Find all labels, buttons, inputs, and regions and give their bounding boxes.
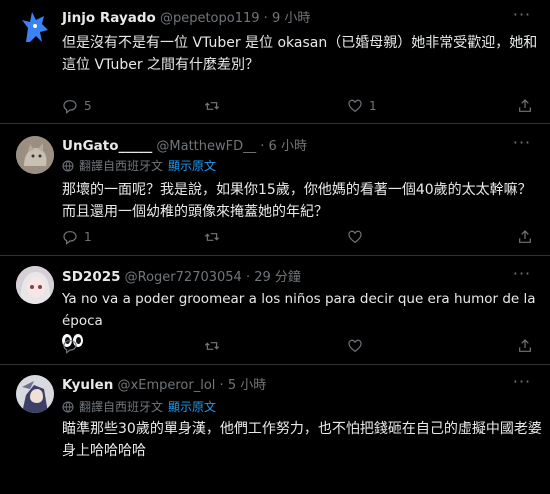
- share-icon: [519, 230, 531, 243]
- avatar[interactable]: [16, 375, 54, 413]
- translation-notice: 翻譯自西班牙文 顯示原文: [62, 158, 216, 174]
- tweet-header: UnGato_____ @MatthewFD__ · 6 小時: [62, 137, 307, 156]
- anime-girl-avatar-icon: [16, 266, 54, 304]
- display-name[interactable]: Kyulen: [62, 377, 113, 393]
- tweet-header: Kyulen @xEmperor_lol · 5 小時: [62, 376, 266, 395]
- tweet-text: 但是沒有不是有一位 VTuber 是位 okasan（已婚母親）她非常受歡迎，她…: [62, 35, 538, 73]
- tweet[interactable]: UnGato_____ @MatthewFD__ · 6 小時 ··· 翻譯自西…: [0, 124, 550, 254]
- show-original-link[interactable]: 顯示原文: [168, 159, 216, 173]
- share-icon: [519, 99, 531, 112]
- globe-icon: [62, 160, 74, 172]
- tweet-text: 那壞的一面呢？我是說，如果你15歲，你他媽的看著一個40歲的太太幹嘛？而且還用一…: [62, 182, 532, 220]
- globe-icon: [62, 401, 74, 413]
- character-avatar-icon: [16, 375, 54, 413]
- action-bar: 1: [0, 228, 550, 246]
- heart-icon: [348, 339, 362, 353]
- action-bar: 5 1: [0, 97, 550, 115]
- reply-icon: [63, 231, 77, 245]
- handle[interactable]: @xEmperor_lol: [118, 378, 216, 393]
- handle[interactable]: @MatthewFD__: [156, 139, 256, 154]
- translated-from-label: 翻譯自西班牙文: [79, 400, 164, 414]
- blue-creature-avatar-icon: [22, 12, 48, 42]
- display-name[interactable]: Jinjo Rayado: [62, 10, 156, 26]
- reply-button[interactable]: 1: [62, 228, 92, 246]
- handle[interactable]: @Roger72703054: [125, 270, 242, 285]
- like-button[interactable]: [347, 228, 363, 246]
- cat-avatar-icon: [16, 136, 54, 174]
- tweet-text: 瞄準那些30歲的單身漢，他們工作努力，也不怕把錢砸在自己的虛擬中國老婆身上哈哈哈…: [62, 421, 542, 459]
- reply-icon: [63, 340, 77, 354]
- retweet-button[interactable]: [204, 97, 220, 115]
- avatar[interactable]: [16, 8, 54, 46]
- timestamp[interactable]: 5 小時: [228, 378, 266, 393]
- separator: ·: [245, 270, 251, 285]
- reply-count: 1: [84, 230, 92, 244]
- handle[interactable]: @pepetopo119: [160, 11, 260, 26]
- heart-icon: [348, 99, 362, 113]
- like-count: 1: [369, 99, 377, 113]
- reply-icon: [63, 100, 77, 114]
- tweet[interactable]: Jinjo Rayado @pepetopo119 · 9 小時 ··· 但是沒…: [0, 0, 550, 122]
- more-options-icon[interactable]: ···: [512, 7, 532, 28]
- avatar[interactable]: [16, 266, 54, 304]
- like-button[interactable]: 1: [347, 97, 377, 115]
- retweet-button[interactable]: [204, 228, 220, 246]
- translation-notice: 翻譯自西班牙文 顯示原文: [62, 399, 216, 415]
- share-button[interactable]: [517, 228, 533, 246]
- retweet-icon: [204, 233, 220, 241]
- retweet-icon: [204, 102, 220, 110]
- display-name[interactable]: UnGato_____: [62, 138, 152, 154]
- more-options-icon[interactable]: ···: [512, 135, 532, 156]
- display-name[interactable]: SD2025: [62, 269, 121, 285]
- avatar[interactable]: [16, 136, 54, 174]
- share-button[interactable]: [517, 97, 533, 115]
- separator: ·: [260, 139, 265, 154]
- separator: ·: [263, 11, 268, 26]
- retweet-button[interactable]: [204, 337, 220, 355]
- like-button[interactable]: [347, 337, 363, 355]
- timestamp[interactable]: 29 分鐘: [254, 270, 301, 285]
- share-icon: [519, 339, 531, 352]
- tweet-header: Jinjo Rayado @pepetopo119 · 9 小時: [62, 9, 310, 28]
- reply-button[interactable]: [62, 337, 78, 355]
- reply-button[interactable]: 5: [62, 97, 92, 115]
- separator: ·: [219, 378, 224, 393]
- tweet-header: SD2025 @Roger72703054 · 29 分鐘: [62, 268, 301, 287]
- timestamp[interactable]: 6 小時: [269, 139, 307, 154]
- tweet[interactable]: Kyulen @xEmperor_lol · 5 小時 ··· 翻譯自西班牙文顯…: [0, 365, 550, 494]
- share-button[interactable]: [517, 337, 533, 355]
- more-options-icon[interactable]: ···: [512, 374, 532, 395]
- timestamp[interactable]: 9 小時: [272, 11, 310, 26]
- retweet-icon: [204, 342, 220, 350]
- more-options-icon[interactable]: ···: [512, 266, 532, 287]
- tweet-text: Ya no va a poder groomear a los niños pa…: [62, 291, 540, 329]
- action-bar: [0, 337, 550, 355]
- tweet[interactable]: SD2025 @Roger72703054 · 29 分鐘 ··· Ya no …: [0, 256, 550, 363]
- translated-from-label: 翻譯自西班牙文: [79, 159, 164, 173]
- reply-count: 5: [84, 99, 92, 113]
- heart-icon: [348, 230, 362, 244]
- show-original-link[interactable]: 顯示原文: [168, 400, 216, 414]
